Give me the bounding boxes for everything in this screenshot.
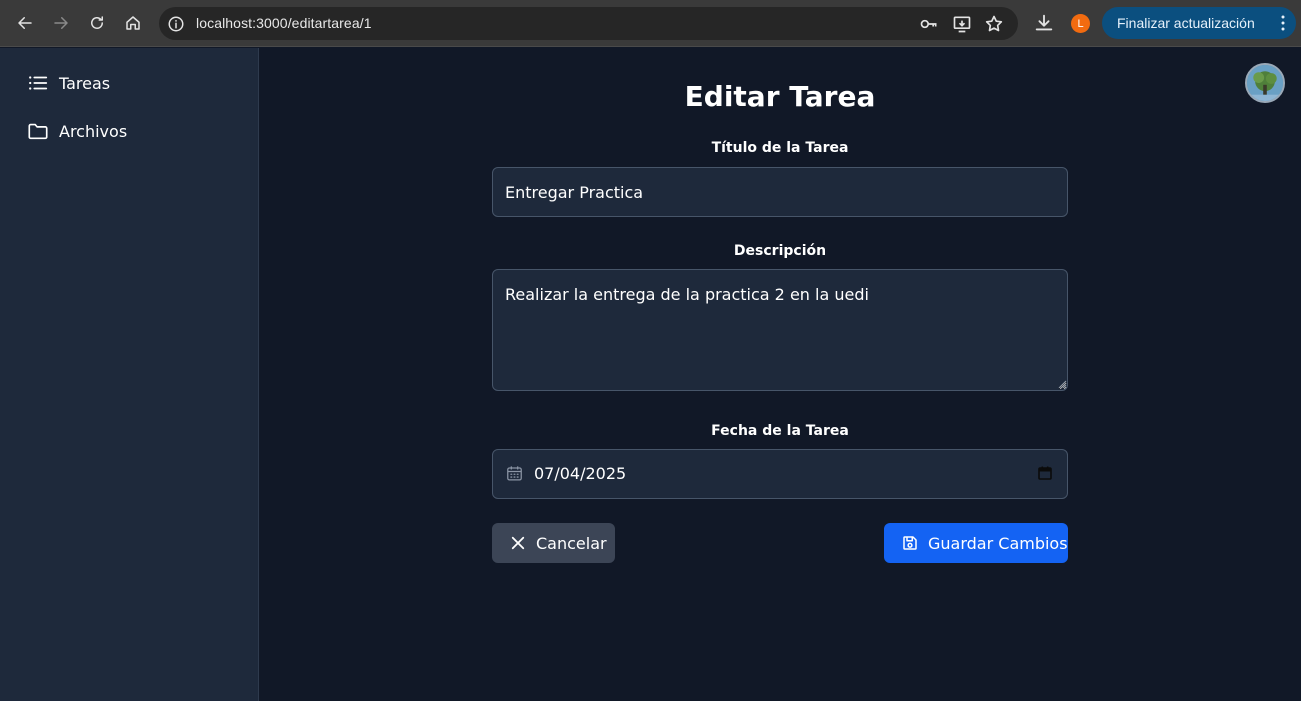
fecha-value[interactable]: 07/04/2025 [534,464,626,483]
sidebar-item-archivos[interactable]: Archivos [27,117,127,145]
home-icon[interactable] [121,11,145,35]
resize-grip-icon[interactable] [1058,380,1067,389]
page-title: Editar Tarea [684,80,876,113]
sidebar: Tareas Archivos [0,48,259,701]
key-icon[interactable] [919,14,939,34]
calendar-icon [507,466,522,481]
address-bar[interactable]: localhost:3000/editartarea/1 [159,7,1018,40]
reload-icon[interactable] [85,11,109,35]
user-avatar[interactable] [1245,63,1285,103]
descripcion-textarea[interactable]: Realizar la entrega de la practica 2 en … [492,269,1068,391]
save-icon [903,536,917,550]
sidebar-item-label: Archivos [59,121,128,141]
star-icon[interactable] [984,14,1004,34]
browser-toolbar: localhost:3000/editartarea/1 L Finalizar… [0,0,1301,47]
titulo-input[interactable] [492,167,1068,217]
sidebar-item-tareas[interactable]: Tareas [27,69,110,97]
back-icon[interactable] [13,11,37,35]
date-picker-icon[interactable] [1037,465,1053,481]
titulo-label: Título de la Tarea [711,140,849,156]
fecha-label: Fecha de la Tarea [711,423,849,439]
close-icon [511,536,525,550]
save-button[interactable]: Guardar Cambios [884,523,1068,563]
install-app-icon[interactable] [952,14,972,34]
sidebar-item-label: Tareas [59,73,111,93]
download-icon[interactable] [1033,12,1055,34]
descripcion-label: Descripción [733,243,827,259]
kebab-menu-icon[interactable] [1280,15,1286,31]
folder-icon [28,123,48,140]
forward-icon[interactable] [49,11,73,35]
address-url[interactable]: localhost:3000/editartarea/1 [196,15,372,31]
update-button[interactable]: Finalizar actualización [1102,7,1296,39]
list-icon [29,76,48,90]
cancel-button[interactable]: Cancelar [492,523,615,563]
profile-avatar[interactable]: L [1071,14,1090,33]
save-label: Guardar Cambios [928,533,1068,553]
info-icon[interactable] [167,15,185,33]
cancel-label: Cancelar [536,533,607,553]
update-label: Finalizar actualización [1117,15,1255,31]
